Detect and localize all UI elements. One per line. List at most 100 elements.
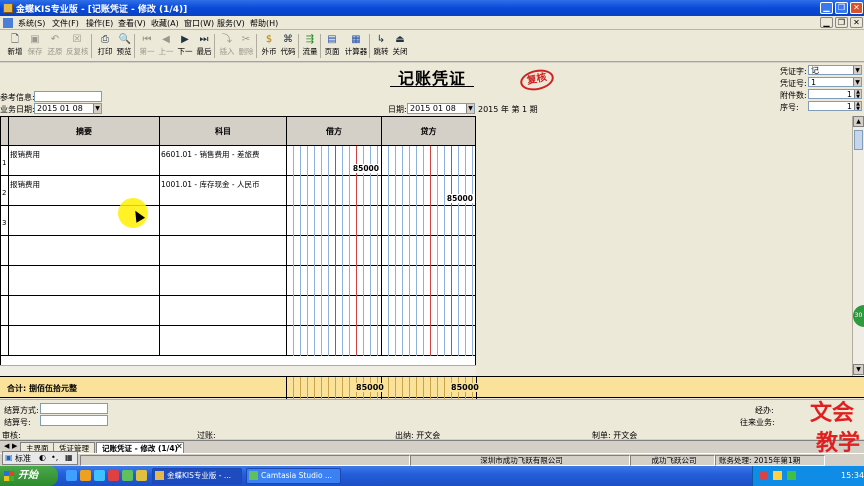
summary-cell[interactable]: 报销费用: [9, 146, 160, 176]
toolbar-restore-button[interactable]: ↶ 还原: [44, 32, 66, 60]
task-camtasia[interactable]: Camtasia Studio ...: [246, 468, 341, 484]
table-row[interactable]: 3: [1, 206, 475, 236]
ref-info-input[interactable]: [34, 91, 102, 102]
maximize-button[interactable]: ❐: [835, 2, 848, 14]
toolbar-page-button[interactable]: ▤ 页面: [321, 32, 343, 60]
mdi-minimize-button[interactable]: ▁: [820, 17, 833, 28]
quicklaunch-desktop-icon[interactable]: [66, 470, 77, 481]
table-row[interactable]: 2 报销费用 1001.01 - 库存现金 - 人民币 85000: [1, 176, 475, 206]
task-kingdee[interactable]: 金蝶KIS专业版 - ...: [152, 468, 242, 484]
credit-cell[interactable]: [382, 236, 475, 266]
scroll-up-icon[interactable]: ▲: [853, 116, 864, 127]
chevron-down-icon[interactable]: ▼: [466, 104, 474, 113]
table-row[interactable]: [1, 296, 475, 326]
account-cell[interactable]: 1001.01 - 库存现金 - 人民币: [160, 176, 287, 206]
menu-favorites[interactable]: 收藏(A): [151, 18, 179, 29]
menu-help[interactable]: 帮助(H): [250, 18, 278, 29]
scroll-down-icon[interactable]: ▼: [853, 364, 864, 375]
spinner-arrows-icon[interactable]: ▲ ▼: [854, 90, 861, 98]
spinner-arrows-icon[interactable]: ▲ ▼: [854, 102, 861, 110]
debit-cell[interactable]: [287, 326, 382, 356]
quicklaunch-folder-icon[interactable]: [80, 470, 91, 481]
ime-keyboard-icon[interactable]: ▦: [65, 453, 73, 462]
settle-number-input[interactable]: [40, 415, 108, 426]
summary-cell[interactable]: [9, 326, 160, 356]
system-menu-icon[interactable]: [3, 18, 13, 28]
voucher-number-select[interactable]: 1 ▼: [808, 77, 862, 87]
menu-window[interactable]: 窗口(W): [184, 18, 214, 29]
toolbar-code-button[interactable]: ⌘ 代码: [277, 32, 299, 60]
quicklaunch-media-icon[interactable]: [108, 470, 119, 481]
menu-operation[interactable]: 操作(E): [86, 18, 113, 29]
debit-cell[interactable]: 85000: [287, 146, 382, 176]
toolbar-flow-button[interactable]: ⇶ 流量: [299, 32, 321, 60]
credit-cell[interactable]: 85000: [382, 176, 475, 206]
tray-volume-icon[interactable]: [787, 471, 796, 480]
table-row[interactable]: [1, 266, 475, 296]
table-row[interactable]: [1, 236, 475, 266]
account-cell[interactable]: 6601.01 - 销售费用 - 差旅费: [160, 146, 287, 176]
biz-date-input[interactable]: 2015 01 08 ▼: [34, 103, 102, 114]
account-cell[interactable]: [160, 296, 287, 326]
tab-close-icon[interactable]: ✕: [176, 442, 183, 451]
menu-view[interactable]: 查看(V): [118, 18, 146, 29]
credit-cell[interactable]: [382, 266, 475, 296]
toolbar-save-button[interactable]: ▣ 保存: [24, 32, 46, 60]
account-cell[interactable]: [160, 206, 287, 236]
quicklaunch-app-icon[interactable]: [122, 470, 133, 481]
tray-network-icon[interactable]: [773, 471, 782, 480]
credit-cell[interactable]: [382, 206, 475, 236]
debit-cell[interactable]: [287, 296, 382, 326]
close-window-button[interactable]: ✕: [850, 2, 863, 14]
mdi-restore-button[interactable]: ❐: [835, 17, 848, 28]
table-row[interactable]: [1, 326, 475, 356]
table-row[interactable]: 1 报销费用 6601.01 - 销售费用 - 差旅费 85000: [1, 146, 475, 176]
horizontal-scrollbar[interactable]: [0, 365, 476, 376]
tray-security-icon[interactable]: [759, 471, 768, 480]
tab-scroll-right-icon[interactable]: ▶: [12, 442, 17, 450]
attachments-spinner[interactable]: 1 ▲ ▼: [808, 89, 862, 99]
credit-cell[interactable]: [382, 326, 475, 356]
toolbar-unreview-button[interactable]: ☒ 反复核: [66, 32, 89, 60]
ime-punct-icon[interactable]: •,: [51, 453, 58, 462]
toolbar-calculator-button[interactable]: ▦ 计算器: [343, 32, 369, 60]
menu-file[interactable]: 文件(F): [52, 18, 79, 29]
chevron-down-icon[interactable]: ▼: [853, 78, 861, 86]
ime-fullwidth-icon[interactable]: ◐: [39, 453, 46, 462]
chevron-down-icon[interactable]: ▼: [853, 66, 861, 74]
voucher-word-select[interactable]: 记 ▼: [808, 65, 862, 75]
vertical-scrollbar[interactable]: ▲ ▼: [852, 116, 864, 376]
debit-cell[interactable]: [287, 206, 382, 236]
start-button[interactable]: 开始: [0, 466, 58, 486]
date-input[interactable]: 2015 01 08 ▼: [407, 103, 475, 114]
toolbar-new-button[interactable]: 🗋 新增: [4, 32, 26, 60]
toolbar-delete-button[interactable]: ✂ 删除: [235, 32, 257, 60]
scroll-thumb[interactable]: [854, 130, 863, 150]
account-cell[interactable]: [160, 326, 287, 356]
chevron-down-icon[interactable]: ▼: [93, 104, 101, 113]
ime-toolbar[interactable]: ▣ 标准 ◐ •, ▦: [2, 451, 78, 465]
summary-cell[interactable]: [9, 236, 160, 266]
mdi-close-button[interactable]: ✕: [850, 17, 863, 28]
menu-system[interactable]: 系统(S): [18, 18, 45, 29]
credit-cell[interactable]: [382, 146, 475, 176]
summary-cell[interactable]: [9, 296, 160, 326]
debit-cell[interactable]: [287, 266, 382, 296]
settle-method-input[interactable]: [40, 403, 108, 414]
credit-cell[interactable]: [382, 296, 475, 326]
quicklaunch-app2-icon[interactable]: [136, 470, 147, 481]
quicklaunch-ie-icon[interactable]: [94, 470, 105, 481]
debit-cell[interactable]: [287, 236, 382, 266]
toolbar-last-button[interactable]: ⏭ 最后: [193, 32, 215, 60]
sequence-spinner[interactable]: 1 ▲ ▼: [808, 101, 862, 111]
toolbar-close-button[interactable]: ⏏ 关闭: [389, 32, 411, 60]
account-cell[interactable]: [160, 236, 287, 266]
toolbar-preview-button[interactable]: 🔍 预览: [113, 32, 135, 60]
tray-clock[interactable]: 15:34: [841, 471, 864, 480]
menu-service[interactable]: 服务(V): [217, 18, 245, 29]
tab-scroll-left-icon[interactable]: ◀: [4, 442, 9, 450]
minimize-button[interactable]: ▁: [820, 2, 833, 14]
account-cell[interactable]: [160, 266, 287, 296]
summary-cell[interactable]: [9, 266, 160, 296]
debit-cell[interactable]: [287, 176, 382, 206]
